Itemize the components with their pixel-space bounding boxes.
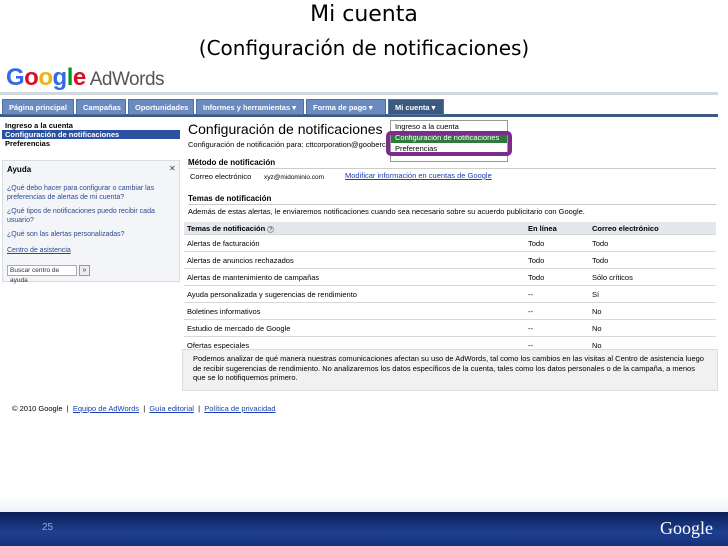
divider <box>0 92 718 95</box>
topic-cell: Ayuda personalizada y sugerencias de ren… <box>187 290 357 299</box>
footer: © 2010 Google | Equipo de AdWords | Guía… <box>12 404 276 413</box>
tab-campanas[interactable]: Campañas <box>76 99 126 115</box>
header-topics-label: Temas de notificación <box>187 224 266 233</box>
email-label: Correo electrónico <box>190 172 252 181</box>
table-row: Ayuda personalizada y sugerencias de ren… <box>184 285 716 302</box>
nav-item-preferencias[interactable]: Preferencias <box>2 139 180 148</box>
help-panel: Ayuda ✕ ¿Qué debo hacer para configurar … <box>2 160 180 284</box>
tab-oportunidades[interactable]: Oportunidades <box>128 99 194 115</box>
close-icon[interactable]: ✕ <box>169 164 176 173</box>
logo-letter: g <box>52 64 68 91</box>
online-cell[interactable]: -- <box>528 290 533 299</box>
page-number: 25 <box>42 522 54 533</box>
online-cell[interactable]: -- <box>528 324 533 333</box>
help-search-button[interactable]: » <box>79 265 90 276</box>
divider <box>188 168 716 169</box>
nav-item-ingreso[interactable]: Ingreso a la cuenta <box>2 121 180 130</box>
header-online: En línea <box>528 224 557 233</box>
tab-forma-de-pago[interactable]: Forma de pago ▾ <box>306 99 386 115</box>
email-cell[interactable]: No <box>592 307 602 316</box>
privacy-notice: Podemos analizar de qué manera nuestras … <box>182 349 718 391</box>
table-row: Boletines informativos -- No <box>184 302 716 319</box>
table-row: Alertas de mantenimiento de campañas Todo… <box>184 268 716 285</box>
logo-letter: e <box>72 64 86 91</box>
tab-informes[interactable]: Informes y herramientas ▾ <box>196 99 304 115</box>
online-cell[interactable]: -- <box>528 307 533 316</box>
table-row: Alertas de anuncios rechazados Todo Todo <box>184 251 716 268</box>
footer-link-privacy[interactable]: Política de privacidad <box>204 404 275 413</box>
email-cell[interactable]: No <box>592 324 602 333</box>
online-cell[interactable]: Todo <box>528 256 544 265</box>
topics-title: Temas de notificación <box>188 194 272 203</box>
logo-letter: o <box>38 64 53 91</box>
email-cell[interactable]: Todo <box>592 256 608 265</box>
slide-subtitle: (Configuración de notificaciones) <box>198 36 530 60</box>
notification-account: Configuración de notificación para: cttc… <box>188 140 386 149</box>
help-link-q3[interactable]: ¿Qué son las alertas personalizadas? <box>7 231 175 240</box>
help-center-link[interactable]: Centro de asistencia <box>7 247 175 256</box>
slide-footer-bar <box>0 512 728 546</box>
online-cell[interactable]: Todo <box>528 239 544 248</box>
help-link-q1[interactable]: ¿Qué debo hacer para configurar o cambia… <box>7 185 175 202</box>
help-link-q2[interactable]: ¿Qué tipos de notificaciones puedo recib… <box>7 208 175 225</box>
help-search-input[interactable]: Buscar centro de ayuda <box>7 265 77 284</box>
topic-cell: Alertas de facturación <box>187 239 260 248</box>
logo-product: AdWords <box>89 69 165 90</box>
topic-cell: Alertas de mantenimiento de campañas <box>187 273 320 282</box>
email-value: xyz@midominio.com <box>264 174 325 181</box>
header-topics: Temas de notificación? <box>187 224 275 233</box>
left-nav: Ingreso a la cuenta Configuración de not… <box>2 121 180 157</box>
tab-pagina-principal[interactable]: Página principal <box>2 99 74 115</box>
nav-item-notificaciones[interactable]: Configuración de notificaciones <box>2 130 180 139</box>
email-cell[interactable]: Todo <box>592 239 608 248</box>
modify-account-link[interactable]: Modificar información en cuentas de Goog… <box>345 171 492 180</box>
table-row: Estudio de mercado de Google -- No <box>184 319 716 336</box>
logo-letter: G <box>6 64 25 91</box>
tab-mi-cuenta[interactable]: Mi cuenta ▾ <box>388 99 444 115</box>
info-icon[interactable]: ? <box>267 225 275 233</box>
google-brand: Google <box>660 518 713 538</box>
footer-link-guide[interactable]: Guía editorial <box>149 404 194 413</box>
copyright: © 2010 Google <box>12 404 63 413</box>
help-title: Ayuda <box>7 165 32 174</box>
logo-letter: o <box>24 64 39 91</box>
topic-cell: Estudio de mercado de Google <box>187 324 291 333</box>
footer-link-team[interactable]: Equipo de AdWords <box>73 404 139 413</box>
slide-title: Mi cuenta <box>310 2 418 27</box>
notification-table: Temas de notificación? En línea Correo e… <box>184 222 716 338</box>
topics-note: Además de estas alertas, le enviaremos n… <box>188 207 585 216</box>
topic-cell: Boletines informativos <box>187 307 261 316</box>
method-title: Método de notificación <box>188 158 276 167</box>
adwords-logo[interactable]: Google AdWords <box>6 64 165 92</box>
slide: Mi cuenta (Configuración de notificacion… <box>0 0 728 546</box>
online-cell[interactable]: Todo <box>528 273 544 282</box>
main-tabs: Página principal Campañas Oportunidades … <box>0 99 718 117</box>
highlight-frame <box>386 131 512 156</box>
page-title: Configuración de notificaciones <box>188 121 383 137</box>
table-row: Alertas de facturación Todo Todo <box>184 234 716 251</box>
topic-cell: Alertas de anuncios rechazados <box>187 256 294 265</box>
email-cell[interactable]: Sólo críticos <box>592 273 633 282</box>
email-cell[interactable]: Sí <box>592 290 599 299</box>
divider <box>188 204 716 205</box>
header-email: Correo electrónico <box>592 224 659 233</box>
table-header: Temas de notificación? En línea Correo e… <box>184 222 716 234</box>
